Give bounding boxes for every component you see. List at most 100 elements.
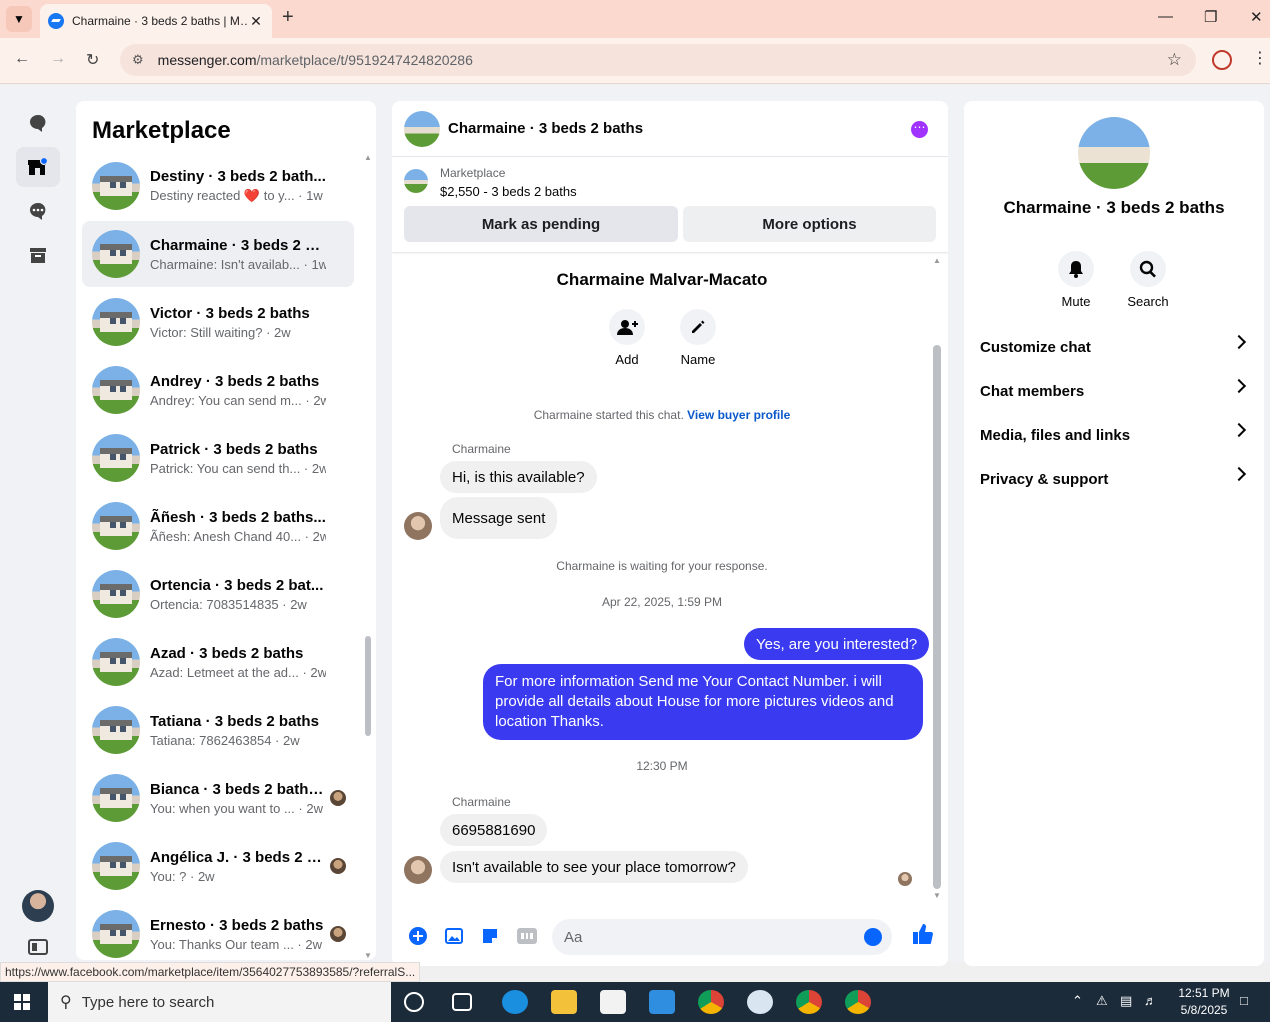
outgoing-message-bubble[interactable]: For more information Send me Your Contac…	[483, 664, 923, 740]
message-requests-icon[interactable]	[16, 191, 60, 231]
sender-avatar[interactable]	[404, 856, 432, 884]
chrome-profile-icon[interactable]	[845, 990, 871, 1014]
minimize-icon[interactable]: —	[1158, 8, 1173, 25]
gif-icon[interactable]	[516, 927, 538, 945]
listing-thumbnail	[92, 434, 140, 482]
conversation-snippet: Patrick: You can send th... · 2w	[150, 460, 326, 476]
privacy-support-row[interactable]: Privacy & support	[980, 457, 1250, 501]
messenger-favicon-icon	[48, 13, 64, 29]
store-icon[interactable]	[600, 990, 626, 1014]
marketplace-icon[interactable]	[16, 147, 60, 187]
archive-icon[interactable]	[16, 235, 60, 275]
conversation-item-azad[interactable]: Azad · 3 beds 2 baths Azad: Letmeet at th…	[82, 629, 354, 695]
conversation-item-charmaine[interactable]: Charmaine · 3 beds 2 b... Charmaine: Isn'…	[82, 221, 354, 287]
listing-price[interactable]: $2,550 - 3 beds 2 baths	[440, 184, 577, 199]
toggle-sidebar-icon[interactable]	[16, 927, 60, 967]
conversation-item-destiny[interactable]: Destiny · 3 beds 2 bath... Destiny reacte…	[82, 153, 354, 219]
chat-scrollbar[interactable]	[933, 345, 941, 889]
chat-scroll-up-icon[interactable]: ▲	[933, 256, 941, 265]
sender-avatar[interactable]	[404, 512, 432, 540]
tab-search-chevron-icon[interactable]: ▼	[6, 6, 32, 32]
edge-icon[interactable]	[502, 990, 528, 1014]
mail-icon[interactable]	[649, 990, 675, 1014]
close-tab-icon[interactable]: ✕	[248, 13, 264, 30]
mark-pending-button[interactable]: Mark as pending	[404, 206, 678, 242]
tray-chevron-icon[interactable]: ⌃	[1072, 993, 1083, 1009]
message-bubble[interactable]: 6695881690	[440, 814, 548, 846]
search-in-chat-button[interactable]: Search	[1118, 251, 1178, 309]
taskbar-search-input[interactable]: ⚲ Type here to search	[48, 982, 391, 1022]
conversation-item-ortencia[interactable]: Ortencia · 3 beds 2 bat... Ortencia: 7083…	[82, 561, 354, 627]
message-input[interactable]: Aa	[552, 919, 892, 955]
more-options-button[interactable]: More options	[683, 206, 936, 242]
app-icon[interactable]	[747, 990, 773, 1014]
forward-arrow-icon[interactable]: →	[50, 50, 66, 68]
network-icon[interactable]: ▤	[1120, 993, 1132, 1009]
plus-circle-icon[interactable]	[409, 927, 427, 945]
network-warning-icon[interactable]: ⚠	[1096, 993, 1108, 1009]
mute-button[interactable]: Mute	[1046, 251, 1106, 309]
taskbar-clock[interactable]: 12:51 PM 5/8/2025	[1172, 985, 1236, 1019]
conversation-name: Tatiana · 3 beds 2 baths	[150, 712, 319, 730]
chrome-icon[interactable]	[796, 990, 822, 1014]
row-label: Privacy & support	[980, 470, 1109, 488]
conversation-item-ernesto[interactable]: Ernesto · 3 beds 2 baths You: Thanks Our …	[82, 901, 354, 960]
customize-chat-row[interactable]: Customize chat	[980, 325, 1250, 369]
edit-name-button[interactable]: Name	[668, 309, 728, 367]
chevron-right-icon	[1231, 334, 1247, 350]
conversation-avatar[interactable]	[1078, 117, 1150, 189]
conversation-snippet: Andrey: You can send m... · 2w	[150, 392, 326, 408]
seen-avatar	[330, 926, 346, 942]
add-member-button[interactable]: Add	[597, 309, 657, 367]
volume-icon[interactable]: ♬	[1144, 993, 1157, 1008]
thumbs-up-icon[interactable]	[912, 923, 934, 945]
media-files-links-row[interactable]: Media, files and links	[980, 413, 1250, 457]
profile-icon[interactable]	[1212, 50, 1232, 70]
conversation-item-patrick[interactable]: Patrick · 3 beds 2 baths Patrick: You can…	[82, 425, 354, 491]
user-avatar[interactable]	[22, 890, 54, 922]
listing-thumbnail	[92, 366, 140, 414]
new-tab-icon[interactable]: +	[282, 6, 294, 29]
conversation-item-angelica[interactable]: Angélica J. · 3 beds 2 b... You: ? · 2w	[82, 833, 354, 899]
site-settings-icon[interactable]: ⚙	[132, 52, 144, 68]
bookmark-star-icon[interactable]: ☆	[1167, 50, 1182, 70]
chrome-icon[interactable]	[698, 990, 724, 1014]
message-bubble[interactable]: Hi, is this available?	[440, 461, 597, 493]
message-bubble[interactable]: Isn't available to see your place tomorr…	[440, 851, 748, 883]
windows-start-icon[interactable]	[14, 994, 30, 1010]
clock-time: 12:51 PM	[1178, 986, 1230, 1000]
scroll-down-icon[interactable]: ▼	[364, 951, 372, 960]
chat-avatar[interactable]	[404, 110, 440, 147]
chat-title[interactable]: Charmaine · 3 beds 2 baths	[448, 120, 643, 137]
browser-tab[interactable]: Charmaine · 3 beds 2 baths | M… ✕	[40, 4, 272, 38]
conversation-info-panel: Charmaine · 3 beds 2 baths Mute Search C…	[964, 101, 1264, 966]
sticker-icon[interactable]	[481, 927, 499, 945]
conversation-item-andrey[interactable]: Andrey · 3 beds 2 baths Andrey: You can s…	[82, 357, 354, 423]
more-dots-icon[interactable]: ⋯	[911, 121, 928, 138]
message-bubble[interactable]: Message sent	[440, 497, 558, 539]
file-explorer-icon[interactable]	[551, 990, 577, 1014]
restore-icon[interactable]: ❐	[1204, 8, 1217, 26]
chat-members-row[interactable]: Chat members	[980, 369, 1250, 413]
conversation-item-bianca[interactable]: Bianca · 3 beds 2 baths... You: when you …	[82, 765, 354, 831]
chats-icon[interactable]	[16, 103, 60, 143]
task-view-icon[interactable]	[452, 993, 472, 1011]
view-buyer-profile-link[interactable]: View buyer profile	[687, 408, 790, 422]
photo-icon[interactable]	[445, 927, 463, 945]
scroll-up-icon[interactable]: ▲	[364, 153, 372, 162]
list-scrollbar[interactable]	[365, 636, 371, 736]
back-arrow-icon[interactable]: ←	[14, 50, 30, 68]
browser-menu-icon[interactable]: ⋮	[1252, 48, 1268, 68]
reload-icon[interactable]: ↻	[86, 50, 99, 70]
emoji-icon[interactable]	[864, 928, 882, 946]
conversation-item-victor[interactable]: Victor · 3 beds 2 baths Victor: Still wai…	[82, 289, 354, 355]
outgoing-message-bubble[interactable]: Yes, are you interested?	[744, 628, 930, 660]
chat-scroll-down-icon[interactable]: ▼	[933, 891, 941, 900]
listing-thumbnail[interactable]	[404, 169, 428, 193]
conversation-item-anesh[interactable]: Ãñesh · 3 beds 2 baths... Ãñesh: Anesh Ch…	[82, 493, 354, 559]
url-bar[interactable]: ⚙ messenger.com/marketplace/t/9519247424…	[120, 44, 1196, 76]
notifications-icon[interactable]: □	[1240, 993, 1248, 1008]
window-close-icon[interactable]: ✕	[1250, 8, 1263, 26]
conversation-item-tatiana[interactable]: Tatiana · 3 beds 2 baths Tatiana: 7862463…	[82, 697, 354, 763]
cortana-icon[interactable]	[404, 992, 424, 1012]
